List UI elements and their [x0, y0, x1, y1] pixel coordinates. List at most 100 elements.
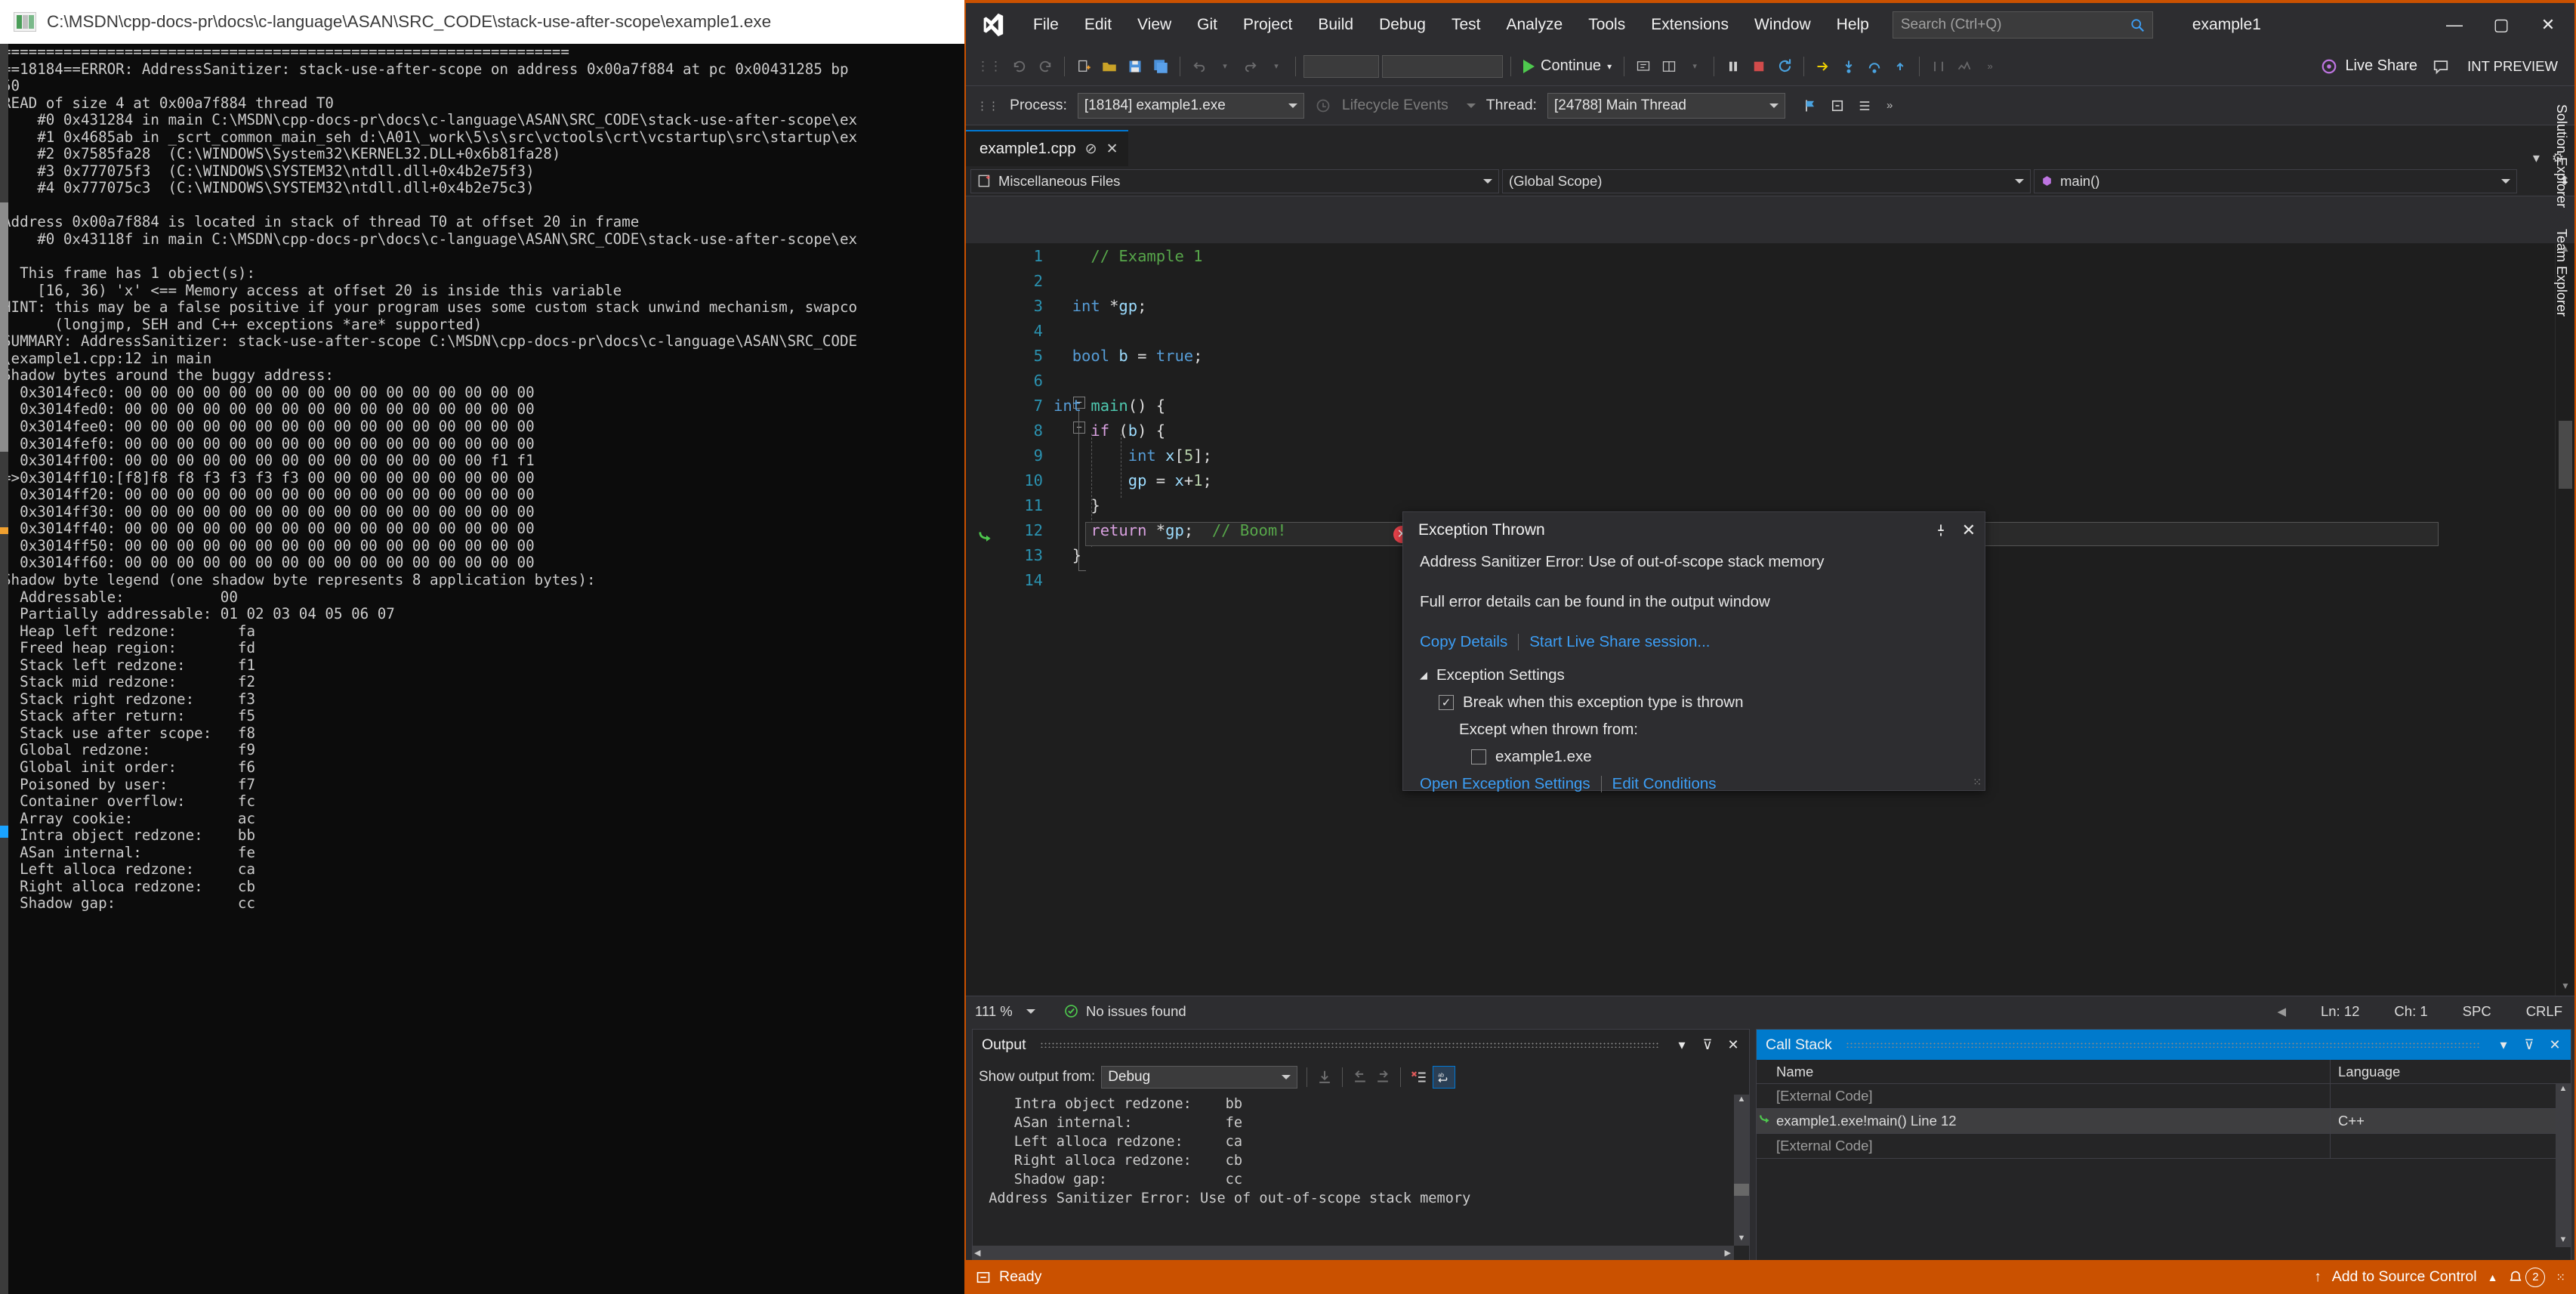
edit-conditions-link[interactable]: Edit Conditions [1612, 775, 1717, 793]
quick-search-input[interactable]: Search (Ctrl+Q) [1892, 11, 2153, 39]
layout-icon[interactable] [1658, 53, 1680, 80]
output-pane-pin-icon[interactable]: ⊽ [1698, 1037, 1717, 1053]
console-scrollbar-thumb[interactable] [0, 202, 8, 452]
code-line-3[interactable]: 3 int *gp; [966, 293, 2574, 318]
new-item-icon[interactable] [1072, 53, 1095, 80]
tab-close-icon[interactable]: ✕ [1106, 141, 1118, 158]
toggle-word-wrap-icon[interactable]: ab [1433, 1066, 1456, 1089]
exception-dialog-close-icon[interactable]: ✕ [1962, 520, 1976, 540]
menu-window[interactable]: Window [1741, 11, 1824, 39]
config-combo[interactable] [1303, 54, 1379, 78]
tool-tab-team-explorer[interactable]: Team Explorer [2549, 218, 2574, 327]
function-scope-combo[interactable]: main() [2034, 168, 2517, 193]
editor-vertical-scrollbar[interactable]: ▲ ▼ [2555, 243, 2574, 996]
exception-thrown-dialog[interactable]: Exception Thrown ✕ Address Sanitizer Err… [1402, 511, 1985, 793]
step-over-icon[interactable] [1863, 53, 1886, 80]
navigate-forward-icon[interactable] [1034, 53, 1057, 80]
call-stack-menu-icon[interactable]: ▾ [2494, 1037, 2513, 1053]
menu-git[interactable]: Git [1184, 11, 1230, 39]
navigate-backward-icon[interactable] [1008, 53, 1031, 80]
more-toolbars-icon[interactable]: » [1979, 53, 2001, 80]
exception-settings-header[interactable]: ◢ Exception Settings [1420, 666, 1968, 684]
redo-icon[interactable] [1239, 53, 1262, 80]
previous-message-icon[interactable] [1352, 1069, 1368, 1086]
pane-drag-dots[interactable] [1039, 1042, 1658, 1048]
layout-dropdown-icon[interactable]: ▾ [1683, 53, 1706, 80]
continue-button[interactable]: Continue ▾ [1519, 57, 1616, 75]
scroll-down-arrow-icon[interactable]: ▼ [1734, 1234, 1749, 1246]
attach-to-process-icon[interactable] [1632, 53, 1655, 80]
restart-icon[interactable] [1773, 53, 1796, 80]
call-stack-pin-icon[interactable]: ⊽ [2519, 1037, 2539, 1053]
code-line-8[interactable]: 8 if (b) { [966, 418, 2574, 443]
code-line-7[interactable]: 7 int main() { [966, 393, 2574, 418]
editor-scrollbar-thumb[interactable] [2559, 421, 2572, 489]
code-line-4[interactable]: 4 [966, 318, 2574, 343]
code-line-9[interactable]: 9 int x[5]; [966, 443, 2574, 468]
step-out-icon[interactable] [1889, 53, 1911, 80]
code-line-10[interactable]: 10 gp = x+1; [966, 468, 2574, 493]
break-all-icon[interactable] [1722, 53, 1745, 80]
output-vertical-scrollbar[interactable]: ▲ ▼ [1734, 1095, 1749, 1246]
project-scope-combo[interactable]: Miscellaneous Files [970, 168, 1499, 193]
output-pane-menu-icon[interactable]: ▾ [1672, 1037, 1692, 1053]
diagnostics-icon[interactable] [1953, 53, 1976, 80]
menu-file[interactable]: File [1020, 11, 1072, 39]
pin-icon[interactable] [1933, 523, 1948, 538]
except-item-checkbox[interactable] [1471, 749, 1486, 764]
save-icon[interactable] [1124, 53, 1146, 80]
menu-edit[interactable]: Edit [1072, 11, 1124, 39]
process-combo[interactable]: [18184] example1.exe [1077, 92, 1304, 119]
call-stack-row[interactable]: [External Code] [1757, 1134, 2571, 1159]
maximize-button[interactable]: ▢ [2478, 5, 2525, 45]
start-live-share-link[interactable]: Start Live Share session... [1529, 633, 1710, 651]
notifications-area[interactable]: 2 [2508, 1267, 2546, 1287]
save-all-icon[interactable] [1149, 53, 1172, 80]
flag-icon[interactable] [1802, 98, 1819, 113]
open-exception-settings-link[interactable]: Open Exception Settings [1420, 775, 1590, 793]
menu-tools[interactable]: Tools [1575, 11, 1638, 39]
scroll-down-arrow-icon[interactable]: ▼ [2556, 981, 2574, 996]
code-line-6[interactable]: 6 [966, 368, 2574, 393]
scroll-left-arrow-icon[interactable]: ◀ [974, 1248, 980, 1258]
pane-drag-dots[interactable] [1845, 1042, 2480, 1048]
code-line-5[interactable]: 5 bool b = true; [966, 343, 2574, 368]
except-item-row[interactable]: example1.exe [1420, 748, 1968, 766]
hot-reload-icon[interactable] [1927, 53, 1950, 80]
call-stack-vertical-scrollbar[interactable]: ▲ ▼ [2556, 1084, 2571, 1247]
undo-icon[interactable] [1188, 53, 1211, 80]
resize-grip-icon[interactable]: ⁙ [2556, 1271, 2565, 1284]
step-into-icon[interactable] [1837, 53, 1860, 80]
menu-debug[interactable]: Debug [1366, 11, 1439, 39]
member-scope-combo[interactable]: (Global Scope) [1502, 168, 2031, 193]
output-scrollbar-thumb[interactable] [1734, 1184, 1749, 1196]
close-button[interactable]: ✕ [2525, 5, 2571, 45]
clear-all-icon[interactable] [1410, 1069, 1427, 1086]
column-header-name[interactable]: Name [1757, 1060, 2331, 1083]
zoom-control[interactable]: 111 % [966, 1003, 1064, 1020]
scroll-down-arrow-icon[interactable]: ▼ [2556, 1235, 2571, 1247]
output-pane-close-icon[interactable]: ✕ [1723, 1037, 1743, 1053]
column-header-language[interactable]: Language [2331, 1064, 2400, 1080]
thread-marker-icon[interactable] [1829, 98, 1846, 113]
platform-combo[interactable] [1382, 54, 1503, 78]
hscroll-left-icon[interactable]: ◀ [2277, 1005, 2286, 1018]
copy-details-link[interactable]: Copy Details [1420, 633, 1507, 651]
menu-help[interactable]: Help [1824, 11, 1882, 39]
resize-grip-icon[interactable]: ⁙ [1973, 776, 1982, 789]
minimize-button[interactable]: — [2431, 5, 2478, 45]
scroll-right-arrow-icon[interactable]: ▶ [1725, 1248, 1731, 1258]
next-message-icon[interactable] [1374, 1069, 1391, 1086]
undo-dropdown-icon[interactable]: ▾ [1214, 53, 1236, 80]
console-scrollbar[interactable] [0, 44, 8, 1294]
output-source-combo[interactable]: Debug [1101, 1066, 1298, 1089]
call-stack-row[interactable]: [External Code] [1757, 1084, 2571, 1109]
go-to-message-icon[interactable] [1316, 1069, 1333, 1086]
feedback-icon[interactable] [2433, 58, 2449, 75]
code-line-1[interactable]: 1 // Example 1 [966, 243, 2574, 268]
call-stack-close-icon[interactable]: ✕ [2545, 1037, 2565, 1053]
tab-example1-cpp[interactable]: example1.cpp ⊘ ✕ [966, 130, 1129, 166]
thread-list-icon[interactable] [1856, 98, 1873, 113]
tool-tab-solution-explorer[interactable]: Solution Explorer [2549, 94, 2574, 218]
open-folder-icon[interactable] [1098, 53, 1121, 80]
